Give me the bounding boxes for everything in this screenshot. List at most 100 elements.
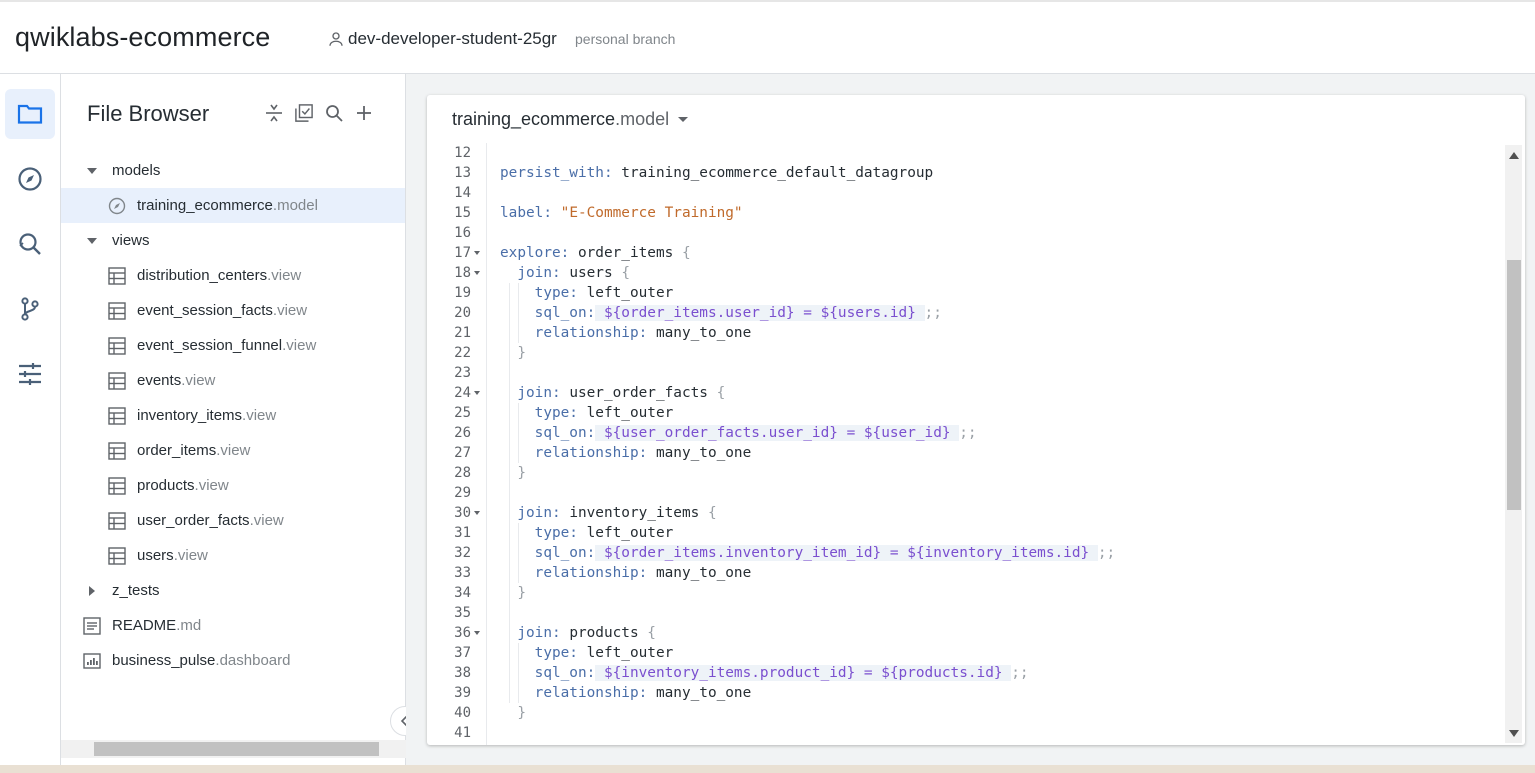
tree-item-label: README.md (112, 617, 202, 634)
table-view-icon (108, 511, 126, 530)
tree-item-models[interactable]: models (61, 153, 405, 188)
rail-explore-button[interactable] (5, 154, 55, 204)
fold-toggle-icon[interactable] (474, 271, 480, 275)
code-text: relationship: many_to_one (534, 565, 752, 581)
line-number: 16 (454, 225, 471, 241)
tree-item-event-session-facts[interactable]: event_session_facts.view (61, 293, 405, 328)
editor-vscrollbar[interactable] (1505, 145, 1522, 743)
line-number: 15 (454, 205, 471, 221)
tree-item-products[interactable]: products.view (61, 468, 405, 503)
code-line[interactable]: 27 relationship: many_to_one (427, 443, 1507, 463)
code-line[interactable]: 31 type: left_outer (427, 523, 1507, 543)
code-text: join: inventory_items { (517, 505, 717, 521)
code-text: } (517, 705, 526, 721)
collapse-all-button[interactable] (265, 104, 283, 122)
add-file-button[interactable] (355, 104, 373, 122)
code-line[interactable]: 24 join: user_order_facts { (427, 383, 1507, 403)
tree-item-label: inventory_items.view (137, 407, 277, 424)
code-line[interactable]: 35 (427, 603, 1507, 623)
file-browser-hscrollbar[interactable] (61, 740, 406, 758)
code-line[interactable]: 41 (427, 723, 1507, 743)
code-line[interactable]: 39 relationship: many_to_one (427, 683, 1507, 703)
tree-item-event-session-funnel[interactable]: event_session_funnel.view (61, 328, 405, 363)
rail-git-button[interactable] (5, 284, 55, 334)
tree-item-label: business_pulse.dashboard (112, 652, 291, 669)
code-line[interactable]: 36 join: products { (427, 623, 1507, 643)
code-line[interactable]: 18 join: users { (427, 263, 1507, 283)
code-line[interactable]: 17 explore: order_items { (427, 243, 1507, 263)
rail-settings-button[interactable] (5, 349, 55, 399)
code-line[interactable]: 20 sql_on: ${order_items.user_id} = ${us… (427, 303, 1507, 323)
tree-item-events[interactable]: events.view (61, 363, 405, 398)
search-files-button[interactable] (325, 104, 343, 122)
file-tab-ext: .model (615, 109, 670, 129)
rail-find-button[interactable] (5, 219, 55, 269)
code-line[interactable]: 21 relationship: many_to_one (427, 323, 1507, 343)
rail-folder-button[interactable] (5, 89, 55, 139)
code-line[interactable]: 14 (427, 183, 1507, 203)
fold-toggle-icon[interactable] (474, 391, 480, 395)
tree-item-inventory-items[interactable]: inventory_items.view (61, 398, 405, 433)
code-line[interactable]: 32 sql_on: ${order_items.inventory_item_… (427, 543, 1507, 563)
tree-item-label: distribution_centers.view (137, 267, 302, 284)
code-line[interactable]: 29 (427, 483, 1507, 503)
code-editor[interactable]: 12 13 persist_with: training_ecommerce_def… (427, 143, 1507, 745)
tree-item-users[interactable]: users.view (61, 538, 405, 573)
tree-item-z-tests[interactable]: z_tests (61, 573, 405, 608)
tree-item-user-order-facts[interactable]: user_order_facts.view (61, 503, 405, 538)
git-branch-icon (21, 297, 39, 321)
code-line[interactable]: 15 label: "E-Commerce Training" (427, 203, 1507, 223)
code-text: label: "E-Commerce Training" (500, 205, 743, 221)
folder-icon (17, 104, 43, 124)
branch-label: personal branch (575, 31, 676, 47)
scroll-up-icon[interactable] (1509, 152, 1519, 159)
code-line[interactable]: 34 } (427, 583, 1507, 603)
chevron-down-icon[interactable] (678, 117, 689, 122)
code-line[interactable]: 38 sql_on: ${inventory_items.product_id}… (427, 663, 1507, 683)
code-line[interactable]: 19 type: left_outer (427, 283, 1507, 303)
tree-item-business-pulse[interactable]: business_pulse.dashboard (61, 643, 405, 678)
caret-down-icon[interactable] (86, 237, 98, 244)
code-text: explore: order_items { (500, 245, 691, 261)
fold-toggle-icon[interactable] (474, 511, 480, 515)
caret-right-icon[interactable] (86, 585, 98, 596)
line-number: 30 (454, 505, 471, 521)
code-line[interactable]: 37 type: left_outer (427, 643, 1507, 663)
code-line[interactable]: 30 join: inventory_items { (427, 503, 1507, 523)
model-compass-icon (108, 197, 126, 215)
indent-guide (518, 643, 519, 703)
tree-item-views[interactable]: views (61, 223, 405, 258)
tree-item-readme[interactable]: README.md (61, 608, 405, 643)
fold-toggle-icon[interactable] (474, 631, 480, 635)
code-line[interactable]: 40 } (427, 703, 1507, 723)
code-line[interactable]: 16 (427, 223, 1507, 243)
scroll-down-icon[interactable] (1509, 730, 1519, 737)
validate-icon (295, 104, 313, 122)
code-line[interactable]: 22 } (427, 343, 1507, 363)
code-line[interactable]: 23 (427, 363, 1507, 383)
file-tab[interactable]: training_ecommerce .model (452, 109, 689, 130)
validate-button[interactable] (295, 104, 313, 122)
tree-item-label: user_order_facts.view (137, 512, 284, 529)
code-line[interactable]: 28 } (427, 463, 1507, 483)
hscroll-thumb[interactable] (94, 742, 379, 756)
code-text: sql_on: ${order_items.inventory_item_id}… (534, 545, 1116, 561)
project-title[interactable]: qwiklabs-ecommerce (15, 22, 270, 53)
table-view-icon (108, 476, 126, 495)
line-number: 28 (454, 465, 471, 481)
code-line[interactable]: 33 relationship: many_to_one (427, 563, 1507, 583)
line-number: 23 (454, 365, 471, 381)
code-line[interactable]: 13 persist_with: training_ecommerce_defau… (427, 163, 1507, 183)
tree-item-order-items[interactable]: order_items.view (61, 433, 405, 468)
tree-item-label: events.view (137, 372, 216, 389)
code-line[interactable]: 25 type: left_outer (427, 403, 1507, 423)
fold-toggle-icon[interactable] (474, 251, 480, 255)
code-line[interactable]: 12 (427, 143, 1507, 163)
tree-item-distribution-centers[interactable]: distribution_centers.view (61, 258, 405, 293)
editor-card: training_ecommerce .model 12 13 persist_wit… (427, 95, 1525, 745)
code-line[interactable]: 26 sql_on: ${user_order_facts.user_id} =… (427, 423, 1507, 443)
dashboard-icon (83, 652, 101, 670)
caret-down-icon[interactable] (86, 167, 98, 174)
tree-item-training-ecommerce[interactable]: training_ecommerce.model (61, 188, 405, 223)
vscroll-thumb[interactable] (1507, 260, 1521, 510)
